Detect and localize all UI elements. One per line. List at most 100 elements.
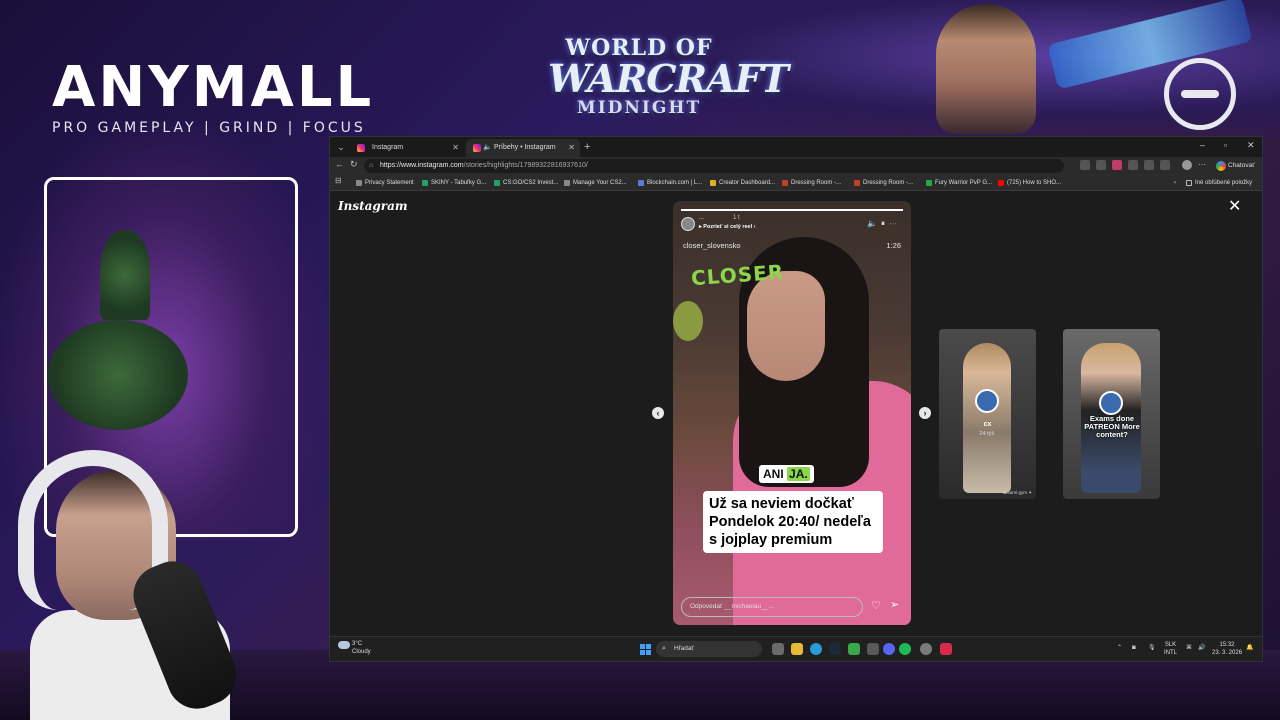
close-tab-icon[interactable]: ✕ bbox=[568, 139, 575, 157]
sticker-highlight: JA. bbox=[787, 467, 810, 481]
like-icon[interactable]: ♡ bbox=[871, 599, 881, 612]
favorites-star-icon[interactable] bbox=[1096, 160, 1106, 170]
tab-instagram[interactable]: Instagram ✕ bbox=[350, 139, 464, 157]
file-explorer-icon[interactable] bbox=[791, 643, 803, 655]
bookmark-item[interactable]: Creator Dashboard... bbox=[710, 175, 775, 191]
bookmark-label: Creator Dashboard... bbox=[719, 180, 776, 186]
story-username[interactable]: ... bbox=[699, 215, 704, 221]
close-icon[interactable]: ✕ bbox=[1228, 199, 1241, 215]
close-tab-icon[interactable]: ✕ bbox=[452, 139, 459, 157]
maximize-icon[interactable]: ▫ bbox=[1224, 140, 1227, 150]
bookmark-label: Manage Your CS2... bbox=[573, 180, 627, 186]
bookmark-item[interactable]: Privacy Statement bbox=[356, 175, 414, 191]
next-story-thumbnail[interactable]: Exams done PATREON More content? bbox=[1063, 329, 1160, 499]
bookmark-item[interactable]: CS:GO/CS2 Invest... bbox=[494, 175, 558, 191]
tray-app-icon[interactable]: ◙ bbox=[1132, 644, 1136, 652]
weather-temperature: 3°C bbox=[352, 641, 363, 647]
pause-icon[interactable]: ⏸ bbox=[881, 219, 889, 228]
profile-avatar[interactable] bbox=[1182, 160, 1192, 170]
send-icon[interactable]: ➢ bbox=[890, 598, 899, 611]
story-viewer[interactable]: ... 1 t ▸ Pozrieť si celý reel › 🔈⏸⋯ clo… bbox=[673, 201, 911, 625]
thumbnail-avatar bbox=[975, 389, 999, 413]
windows-taskbar: 3°C Cloudy ⌕ Hľadať ⌃ ◙ 🎙 SLK INTL ⌘ 🔊 1… bbox=[330, 636, 1262, 661]
bookmark-label: SKINY - Tabuľky G... bbox=[431, 180, 487, 186]
app-icon[interactable] bbox=[920, 643, 932, 655]
search-icon: ⌕ bbox=[662, 645, 666, 652]
instagram-stories-page: Instagram ✕ ‹ › ... 1 t ▸ Pozrieť si cel… bbox=[330, 191, 1262, 636]
microphone-icon[interactable]: 🎙 bbox=[1148, 644, 1156, 652]
task-view-icon[interactable] bbox=[772, 643, 784, 655]
story-caption: Už sa neviem dočkať Pondelok 20:40/ nede… bbox=[703, 491, 883, 553]
play-app-icon[interactable] bbox=[848, 643, 860, 655]
reload-icon[interactable]: ↻ bbox=[350, 159, 358, 170]
volume-icon[interactable]: 🔊 bbox=[1198, 644, 1205, 652]
weather-condition: Cloudy bbox=[352, 649, 371, 655]
bookmark-item[interactable]: Fury Warrior PvP G... bbox=[926, 175, 992, 191]
reel-link-label: Pozrieť si celý reel bbox=[703, 224, 753, 230]
discord-icon[interactable] bbox=[883, 643, 895, 655]
game-logo-line2: WARCRAFT bbox=[548, 56, 789, 101]
new-tab-button[interactable]: + bbox=[584, 139, 590, 155]
bookmark-label: (725) How to SHO... bbox=[1007, 180, 1062, 186]
view-full-reel-link[interactable]: ▸ Pozrieť si celý reel › bbox=[699, 224, 755, 230]
story-time: 1 t bbox=[733, 215, 740, 221]
bookmark-item[interactable]: Dressing Room -... bbox=[854, 175, 913, 191]
bookmark-item[interactable]: (725) How to SHO... bbox=[998, 175, 1061, 191]
bookmark-item[interactable]: Manage Your CS2... bbox=[564, 175, 627, 191]
next-story-thumbnail[interactable]: cx 24 týž. aksarel.gym ✦ bbox=[939, 329, 1036, 499]
bookmark-item[interactable]: SKINY - Tabuľky G... bbox=[422, 175, 486, 191]
extension-icon[interactable] bbox=[1112, 160, 1122, 170]
bookmarks-bar: ⊟ › Iné obľúbené položky Privacy Stateme… bbox=[330, 175, 1262, 191]
url-field[interactable]: ⌂ https://www.instagram.com/stories/high… bbox=[364, 159, 1064, 173]
tab-stories[interactable]: 🔈 Príbehy • Instagram ✕ bbox=[466, 139, 580, 157]
instagram-logo[interactable]: Instagram bbox=[338, 199, 408, 213]
notification-icon[interactable]: 🔔 bbox=[1246, 644, 1253, 652]
channel-logo bbox=[1164, 58, 1236, 130]
back-icon[interactable]: ← bbox=[335, 159, 344, 169]
brand-tagline: PRO GAMEPLAY | GRIND | FOCUS bbox=[52, 120, 366, 136]
speaker-icon[interactable]: 🔈 bbox=[483, 139, 492, 157]
bookmark-item[interactable]: Dressing Room -... bbox=[782, 175, 841, 191]
copilot-chat-button[interactable]: Chatovať bbox=[1216, 160, 1255, 172]
edge-icon[interactable] bbox=[810, 643, 822, 655]
weather-widget[interactable]: 3°C Cloudy bbox=[338, 640, 371, 656]
thumbnail-footer: aksarel.gym ✦ bbox=[1002, 490, 1032, 495]
bookmark-folder-icon[interactable]: ⊟ bbox=[335, 176, 342, 185]
more-menu-icon[interactable]: ⋯ bbox=[1198, 160, 1208, 170]
bookmark-label: CS:GO/CS2 Invest... bbox=[503, 180, 559, 186]
next-story-button[interactable]: › bbox=[919, 407, 931, 419]
reply-input[interactable]: Odpovedať __michaelau__... bbox=[681, 597, 863, 617]
app-icon[interactable] bbox=[940, 643, 952, 655]
close-window-icon[interactable]: ✕ bbox=[1247, 140, 1255, 151]
address-bar-row: ← ↻ ⌂ https://www.instagram.com/stories/… bbox=[330, 157, 1262, 175]
previous-story-button[interactable]: ‹ bbox=[652, 407, 664, 419]
minimize-icon[interactable]: – bbox=[1200, 140, 1205, 150]
story-background bbox=[673, 301, 703, 341]
more-icon[interactable]: ⋯ bbox=[889, 219, 901, 228]
tab-actions-icon[interactable]: ⌄ bbox=[334, 140, 348, 154]
story-person bbox=[747, 271, 825, 381]
other-bookmarks[interactable]: Iné obľúbené položky bbox=[1186, 175, 1252, 191]
split-screen-icon[interactable] bbox=[1144, 160, 1154, 170]
spotify-icon[interactable] bbox=[899, 643, 911, 655]
app-icon[interactable] bbox=[867, 643, 879, 655]
volume-icon[interactable]: 🔈 bbox=[867, 219, 881, 228]
bookmark-item[interactable]: Blockchain.com | L... bbox=[638, 175, 702, 191]
thumbnail-name: cx bbox=[983, 421, 992, 428]
url-host: https://www.instagram.com bbox=[380, 162, 464, 169]
start-button[interactable] bbox=[640, 644, 651, 655]
story-controls: 🔈⏸⋯ bbox=[867, 219, 901, 229]
extension-icon[interactable] bbox=[1080, 160, 1090, 170]
collections-icon[interactable] bbox=[1160, 160, 1170, 170]
character-portrait bbox=[936, 4, 1036, 134]
taskbar-search[interactable]: ⌕ Hľadať bbox=[656, 641, 762, 657]
bookmark-label: Privacy Statement bbox=[365, 180, 414, 186]
story-avatar[interactable] bbox=[681, 217, 695, 231]
clock[interactable]: 15:32 23. 3. 2026 bbox=[1212, 641, 1242, 657]
tray-chevron-icon[interactable]: ⌃ bbox=[1117, 644, 1122, 652]
network-icon[interactable]: ⌘ bbox=[1186, 644, 1192, 652]
extension-icon[interactable] bbox=[1128, 160, 1138, 170]
steam-icon[interactable] bbox=[829, 643, 841, 655]
bookmarks-chevron-icon[interactable]: › bbox=[1165, 175, 1176, 191]
language-indicator[interactable]: SLK INTL bbox=[1164, 641, 1177, 657]
